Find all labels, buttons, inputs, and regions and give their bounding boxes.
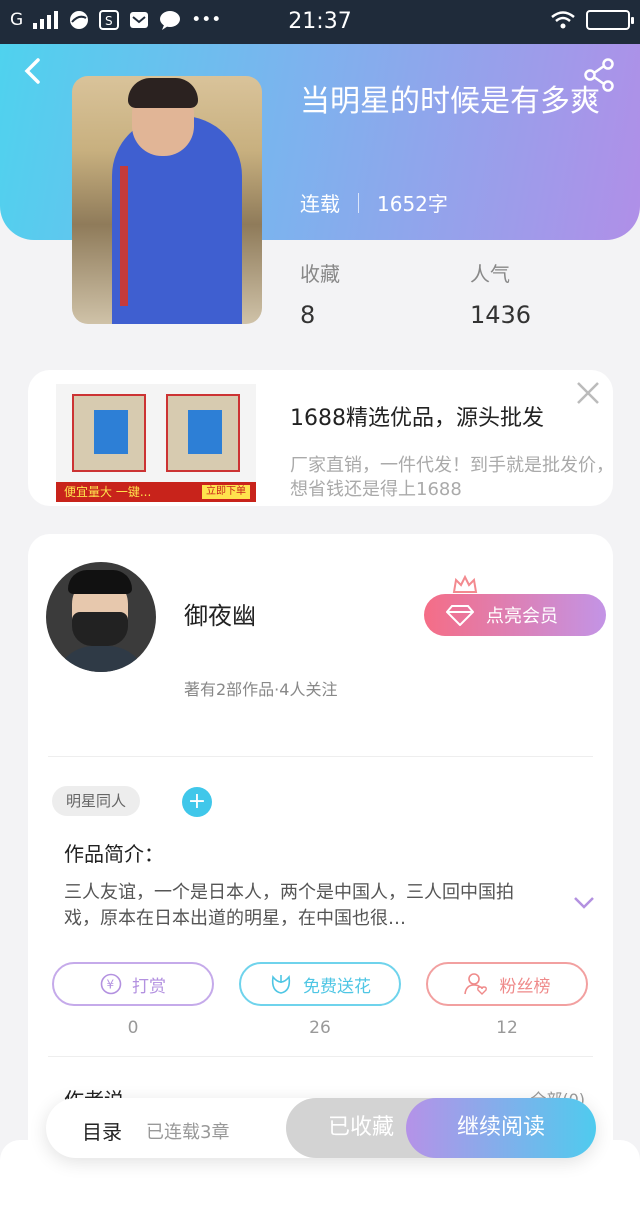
diamond-icon	[446, 605, 474, 626]
add-tag-button[interactable]: +	[182, 787, 212, 817]
fan-ranking-button[interactable]: 粉丝榜	[426, 962, 588, 1006]
ad-image: 便宜量大 一键... 立即下单	[56, 384, 256, 502]
close-icon	[577, 382, 599, 404]
stat-label: 收藏	[300, 262, 340, 286]
ad-banner-left: 便宜量大 一键...	[64, 485, 152, 499]
author-avatar[interactable]	[46, 562, 156, 672]
ad-banner[interactable]: 便宜量大 一键... 立即下单 1688精选优品，源头批发 厂家直销，一件代发！…	[28, 370, 613, 506]
reward-label: 打赏	[132, 976, 166, 997]
crown-icon	[452, 574, 478, 593]
book-cover[interactable]	[72, 76, 262, 324]
stat-value: 1436	[470, 301, 532, 329]
ad-product-image	[166, 394, 240, 472]
chevron-down-icon[interactable]	[573, 896, 595, 910]
chevron-left-icon	[24, 58, 40, 84]
bottom-action-bar: 目录 已连载3章 已收藏 继续阅读	[46, 1098, 596, 1158]
ad-banner-right: 立即下单	[202, 485, 250, 499]
ad-description: 厂家直销，一件代发！到手就是批发价，想省钱还是得上1688	[290, 455, 613, 500]
fan-count: 12	[496, 1018, 518, 1038]
status-time: 21:37	[288, 9, 352, 34]
vip-button-label: 点亮会员	[486, 606, 558, 627]
chapter-count: 已连载3章	[146, 1122, 230, 1143]
divider	[48, 1056, 593, 1057]
free-flower-button[interactable]: 免费送花	[239, 962, 401, 1006]
book-title: 当明星的时候是有多爽	[300, 84, 600, 119]
ad-image-bar: 便宜量大 一键... 立即下单	[56, 482, 256, 502]
continue-reading-button[interactable]: 继续阅读	[406, 1098, 596, 1158]
wifi-icon	[551, 11, 575, 29]
cover-hair	[128, 78, 198, 108]
reward-count: 0	[127, 1018, 139, 1038]
stat-value: 8	[300, 301, 316, 329]
back-button[interactable]	[22, 56, 52, 86]
author-info: 著有2部作品·4人关注	[184, 680, 338, 699]
stat-favorites: 收藏 8	[300, 258, 340, 329]
flower-count: 26	[309, 1018, 331, 1038]
ad-title: 1688精选优品，源头批发	[290, 406, 544, 431]
book-status: 连载	[300, 192, 340, 216]
battery-icon	[586, 10, 634, 30]
meta-separator	[358, 192, 359, 213]
free-flower-label: 免费送花	[303, 976, 371, 997]
user-heart-icon	[463, 973, 487, 995]
stat-label: 人气	[470, 262, 510, 286]
vip-button[interactable]: 点亮会员	[424, 594, 606, 636]
book-meta: 连载 1652字	[300, 188, 448, 217]
fan-ranking-label: 粉丝榜	[499, 976, 551, 997]
cover-stripe	[120, 166, 128, 306]
genre-tag[interactable]: 明星同人	[52, 786, 141, 816]
divider	[48, 756, 593, 757]
book-word-count: 1652字	[377, 192, 448, 216]
flower-icon	[271, 975, 291, 994]
reward-button[interactable]: ¥ 打赏	[52, 962, 214, 1006]
author-name[interactable]: 御夜幽	[184, 596, 256, 631]
svg-text:¥: ¥	[107, 978, 115, 992]
ad-close-button[interactable]	[573, 378, 603, 408]
status-right	[550, 10, 634, 30]
yen-coin-icon: ¥	[100, 973, 122, 995]
intro-text: 三人友谊，一个是日本人，两个是中国人，三人回中国拍戏，原本在日本出道的明星，在中…	[64, 882, 514, 929]
stat-popularity: 人气 1436	[470, 258, 531, 329]
intro-heading: 作品简介：	[64, 842, 164, 866]
toc-button[interactable]: 目录	[82, 1116, 122, 1145]
status-bar: G S ••• 21:37	[0, 0, 640, 44]
ad-product-image	[72, 394, 146, 472]
